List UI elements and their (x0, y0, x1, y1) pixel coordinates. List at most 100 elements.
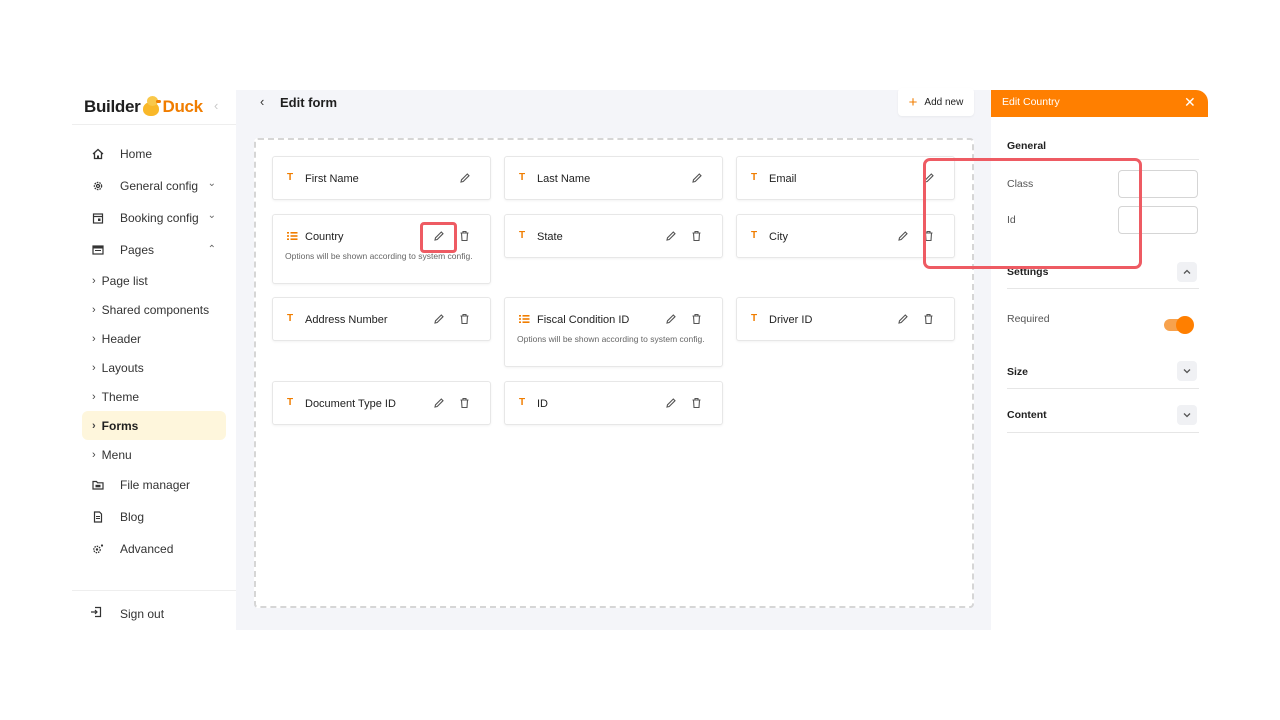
sidebar-subitem-label: Forms (101, 418, 139, 433)
sidebar-subitem-theme[interactable]: › Theme (82, 382, 226, 411)
sidebar-item-booking-config[interactable]: Booking config ⌄ (82, 202, 226, 234)
form-field-card[interactable]: T ID (504, 381, 723, 425)
chevron-right-icon: › (92, 274, 96, 287)
sidebar-item-label: Home (120, 147, 153, 161)
plus-icon: + (908, 93, 918, 111)
sidebar-subitem-header[interactable]: › Header (82, 324, 226, 353)
sidebar-item-general-config[interactable]: General config ⌄ (82, 170, 226, 202)
text-field-icon: T (287, 172, 294, 183)
chevron-right-icon: › (92, 303, 96, 316)
list-field-icon (519, 314, 530, 327)
sign-out-label: Sign out (120, 606, 165, 621)
divider (1007, 432, 1199, 433)
chevron-right-icon: › (92, 361, 96, 374)
chevron-up-icon[interactable] (1177, 262, 1197, 282)
sidebar-subitem-forms[interactable]: › Forms (82, 411, 226, 440)
form-field-card[interactable]: T First Name (272, 156, 491, 200)
form-field-card[interactable]: Country Options will be shown according … (272, 214, 491, 284)
edit-pencil-icon[interactable] (433, 396, 445, 414)
text-field-icon: T (287, 397, 294, 408)
sidebar-item-advanced[interactable]: Advanced (82, 533, 226, 565)
trash-icon[interactable] (691, 396, 702, 414)
highlight-edit-country (420, 222, 457, 253)
sidebar-subitem-shared-components[interactable]: › Shared components (82, 295, 226, 324)
form-field-card[interactable]: T State (504, 214, 723, 258)
field-label: State (537, 231, 563, 243)
sidebar-item-blog[interactable]: Blog (82, 501, 226, 533)
add-new-button[interactable]: + Add new (898, 88, 974, 116)
text-field-icon: T (287, 313, 294, 324)
trash-icon[interactable] (691, 229, 702, 247)
logo-text-builder: Builder (84, 97, 141, 116)
field-label: Country (305, 231, 344, 243)
form-field-card[interactable]: T Driver ID (736, 297, 955, 341)
collapse-sidebar-icon[interactable]: ‹ (214, 98, 218, 113)
sidebar-subitem-menu[interactable]: › Menu (82, 440, 226, 469)
chevron-right-icon: › (92, 332, 96, 345)
sidebar-subitem-page-list[interactable]: › Page list (82, 266, 226, 295)
chevron-right-icon: › (92, 390, 96, 403)
divider (72, 124, 236, 125)
edit-pencil-icon[interactable] (897, 312, 909, 330)
edit-pencil-icon[interactable] (665, 229, 677, 247)
sidebar-item-pages[interactable]: Pages ⌃ (82, 234, 226, 266)
chevron-down-icon[interactable]: ⌄ (208, 210, 216, 221)
edit-pencil-icon[interactable] (665, 312, 677, 330)
edit-pencil-icon[interactable] (433, 312, 445, 330)
list-field-icon (287, 231, 298, 244)
chevron-up-icon[interactable]: ⌃ (208, 244, 216, 255)
sidebar-item-file-manager[interactable]: File manager (82, 469, 226, 501)
calendar-icon (90, 210, 106, 226)
form-field-card[interactable]: Fiscal Condition ID Options will be show… (504, 297, 723, 367)
trash-icon[interactable] (459, 396, 470, 414)
divider (1007, 288, 1199, 289)
section-content[interactable]: Content (1007, 409, 1199, 421)
sidebar-subitem-label: Menu (101, 447, 132, 462)
form-field-card[interactable]: T Address Number (272, 297, 491, 341)
close-icon[interactable]: ✕ (1184, 94, 1196, 111)
add-new-label: Add new (924, 96, 964, 108)
sign-out-button[interactable]: Sign out (90, 606, 164, 621)
page-title: Edit form (280, 95, 338, 110)
sidebar-item-home[interactable]: Home (82, 138, 226, 170)
toggle-knob (1176, 316, 1194, 334)
sidebar-subitem-layouts[interactable]: › Layouts (82, 353, 226, 382)
logo: Builder Duck (84, 92, 203, 122)
chevron-right-icon: › (92, 448, 96, 461)
trash-icon[interactable] (691, 312, 702, 330)
divider (72, 590, 236, 591)
required-label: Required (1007, 313, 1050, 325)
chevron-down-icon[interactable] (1177, 405, 1197, 425)
edit-pencil-icon[interactable] (665, 396, 677, 414)
trash-icon[interactable] (459, 229, 470, 247)
form-field-card[interactable]: T Document Type ID (272, 381, 491, 425)
chevron-right-icon: › (92, 419, 96, 432)
required-toggle[interactable] (1164, 316, 1194, 334)
sidebar-subitem-label: Shared components (101, 302, 210, 317)
pages-icon (90, 242, 106, 258)
sidebar-item-label: File manager (120, 478, 191, 492)
panel-header: Edit Country ✕ (991, 90, 1208, 117)
trash-icon[interactable] (459, 312, 470, 330)
section-general[interactable]: General (1007, 140, 1199, 152)
text-field-icon: T (519, 230, 526, 241)
field-label: City (769, 231, 788, 243)
field-label: Document Type ID (305, 398, 396, 410)
text-field-icon: T (751, 313, 758, 324)
edit-pencil-icon[interactable] (897, 229, 909, 247)
sidebar-item-label: General config (120, 179, 199, 193)
sidebar-item-label: Booking config (120, 211, 199, 225)
form-field-card[interactable]: T Last Name (504, 156, 723, 200)
field-label: Email (769, 173, 797, 185)
back-icon[interactable]: ‹ (260, 94, 264, 109)
sidebar-item-label: Blog (120, 510, 145, 524)
sidebar-subitem-label: Header (101, 331, 142, 346)
trash-icon[interactable] (923, 312, 934, 330)
section-size[interactable]: Size (1007, 366, 1199, 378)
chevron-down-icon[interactable] (1177, 361, 1197, 381)
sidebar-subitem-label: Layouts (101, 360, 144, 375)
edit-pencil-icon[interactable] (691, 171, 703, 189)
field-hint: Options will be shown according to syste… (517, 334, 705, 344)
edit-pencil-icon[interactable] (459, 171, 471, 189)
chevron-down-icon[interactable]: ⌄ (208, 178, 216, 189)
